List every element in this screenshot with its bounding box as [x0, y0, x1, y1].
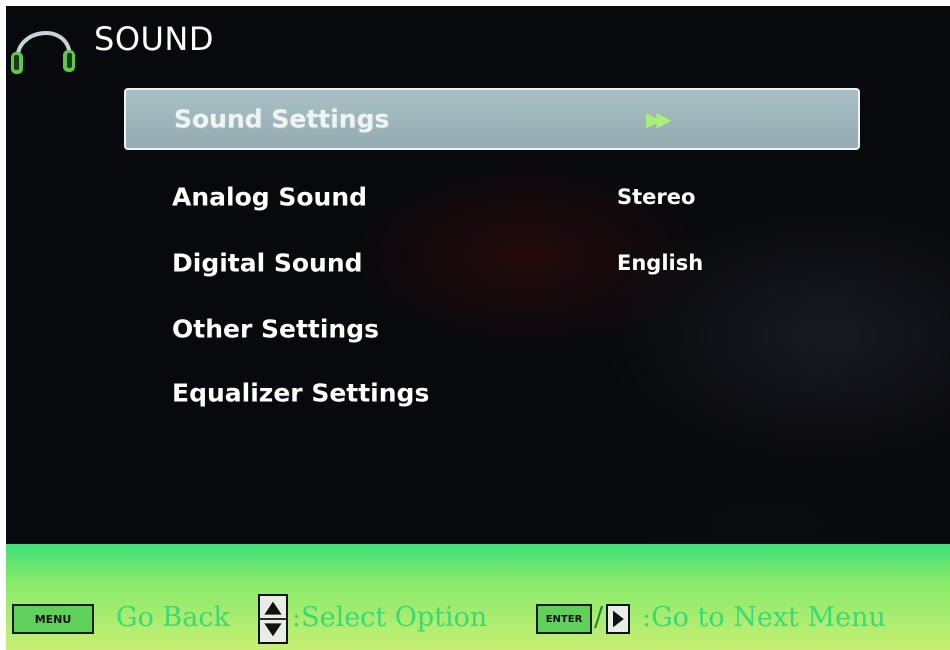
menu-item-value: Stereo [617, 185, 696, 209]
menu-key-icon: MENU [12, 604, 94, 634]
menu-item-label: Other Settings [172, 314, 379, 344]
menu-item-analog-sound[interactable]: Analog Sound Stereo [124, 166, 860, 228]
submenu-arrow-icon: ▶▶ [646, 107, 672, 131]
menu-item-sound-settings[interactable]: Sound Settings ▶▶ [124, 88, 860, 150]
tv-screen: SOUND Sound Settings ▶▶ Analog Sound Ste… [6, 6, 950, 650]
menu-item-label: Digital Sound [172, 248, 363, 278]
sound-menu-list: Sound Settings ▶▶ Analog Sound Stereo Di… [6, 6, 950, 546]
up-down-arrow-icon [258, 594, 288, 644]
go-back-hint: Go Back [116, 602, 230, 633]
menu-item-value: English [617, 251, 704, 275]
right-arrow-icon [606, 604, 630, 634]
menu-item-label: Analog Sound [172, 182, 368, 212]
menu-item-other-settings[interactable]: Other Settings [124, 298, 860, 360]
enter-key-icon: ENTER [536, 604, 592, 634]
menu-item-label: Sound Settings [174, 104, 390, 134]
slash-separator: / [594, 602, 604, 633]
help-bar: MENU Go Back :Select Option ENTER / :Go … [6, 544, 950, 650]
menu-item-equalizer-settings[interactable]: Equalizer Settings [124, 362, 860, 424]
menu-item-label: Equalizer Settings [172, 378, 430, 408]
go-next-menu-hint: :Go to Next Menu [642, 602, 886, 633]
menu-item-digital-sound[interactable]: Digital Sound English [124, 232, 860, 294]
select-option-hint: :Select Option [292, 602, 488, 633]
help-row: MENU Go Back :Select Option ENTER / :Go … [6, 594, 950, 644]
